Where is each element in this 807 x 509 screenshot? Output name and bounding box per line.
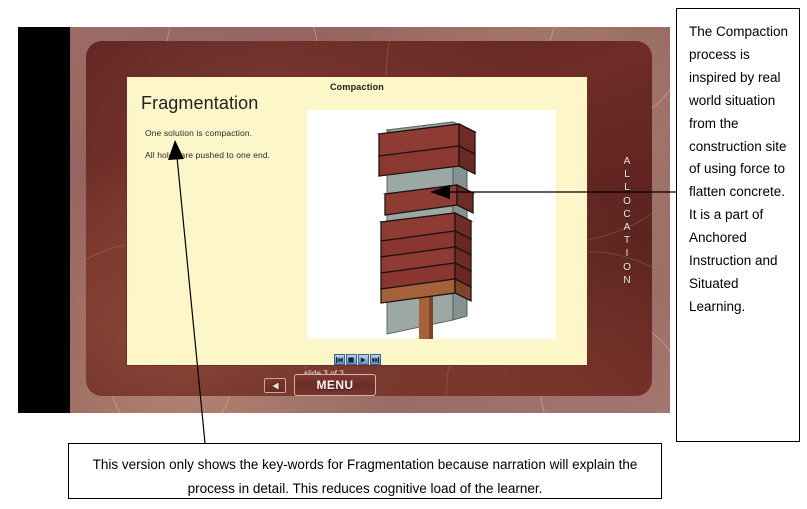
slide-bullet: One solution is compaction. — [145, 128, 253, 138]
illustration-canvas — [307, 110, 556, 339]
media-transport-bar[interactable] — [127, 354, 587, 365]
annotation-callout-right: The Compaction process is inspired by re… — [676, 8, 800, 442]
slide-subtitle: Compaction — [329, 82, 384, 92]
stop-button[interactable] — [345, 354, 357, 365]
menu-button[interactable]: MENU — [294, 374, 376, 396]
rewind-to-start-button[interactable] — [333, 354, 345, 365]
module-label-allocation: A L L O C A T I O N — [623, 156, 631, 286]
previous-triangle-icon — [270, 380, 279, 391]
skip-to-end-button[interactable] — [369, 354, 381, 365]
compaction-3d-illustration — [376, 121, 478, 339]
slide-title: Fragmentation — [141, 93, 259, 113]
slide-bullet: All holes are pushed to one end. — [145, 150, 271, 160]
slide-panel: Compaction Fragmentation One solution is… — [126, 76, 588, 366]
player-stage: C O N T I G U O U S M E M O R Y A L L O … — [86, 41, 652, 396]
annotation-callout-bottom: This version only shows the key-words fo… — [68, 443, 662, 499]
player-bezel: C O N T I G U O U S M E M O R Y A L L O … — [70, 27, 670, 413]
play-button[interactable] — [357, 354, 369, 365]
courseware-screenshot: C O N T I G U O U S M E M O R Y A L L O … — [18, 27, 670, 413]
back-button[interactable] — [264, 378, 286, 393]
